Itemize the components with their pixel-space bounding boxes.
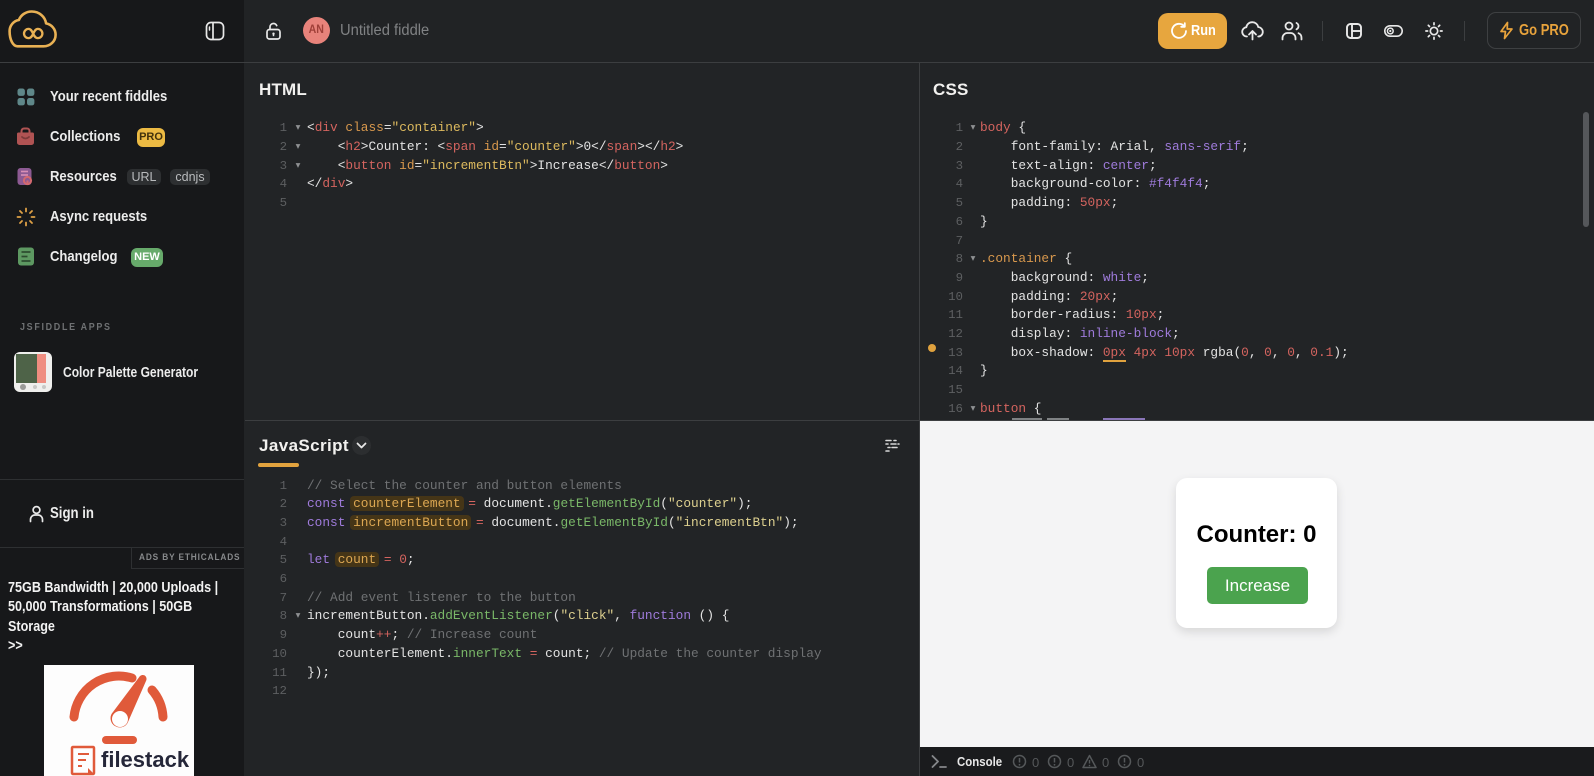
svg-text:filestack: filestack: [101, 747, 190, 772]
